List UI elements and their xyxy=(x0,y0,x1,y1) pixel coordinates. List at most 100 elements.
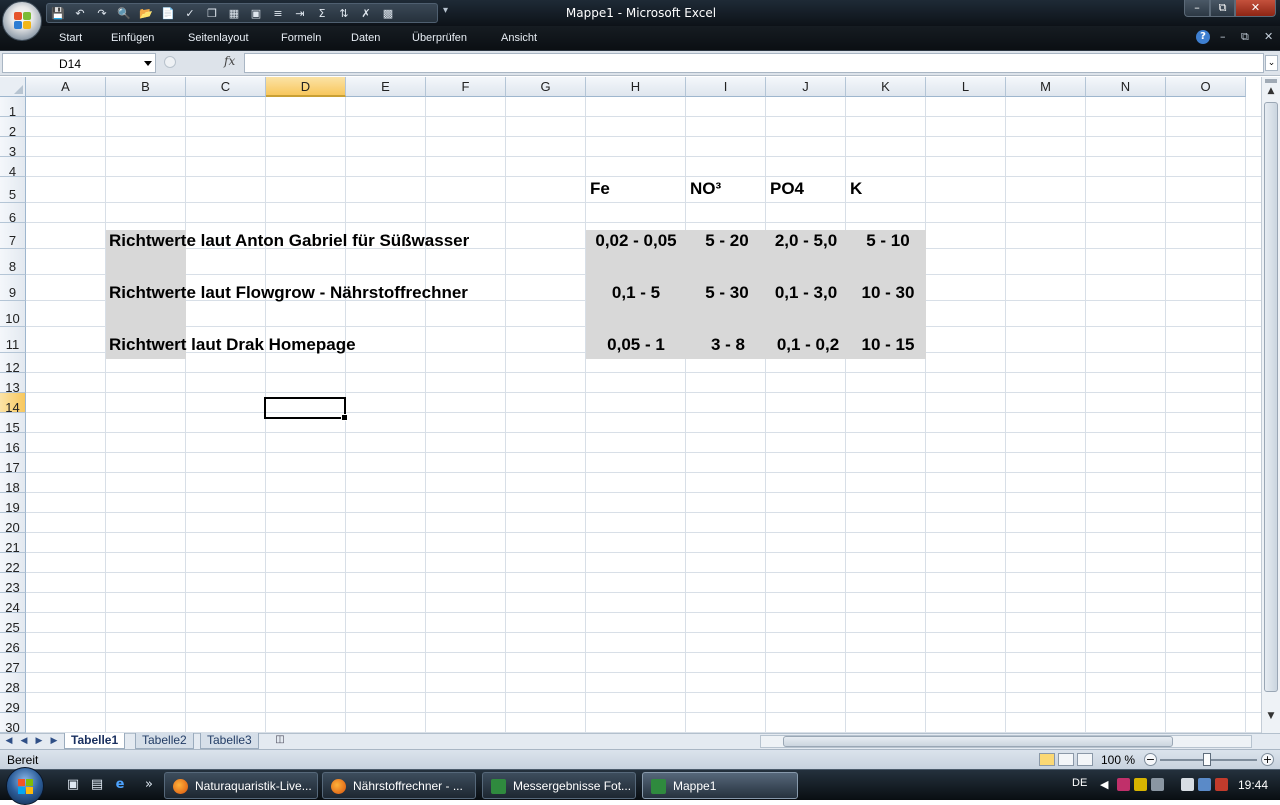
zoom-out-icon[interactable]: − xyxy=(1144,753,1157,766)
insert-sheet-icon[interactable]: ◫ xyxy=(268,734,292,749)
sheet-tab-tabelle3[interactable]: Tabelle3 xyxy=(200,733,259,749)
expand-formula-bar-icon[interactable]: ⌄ xyxy=(1265,55,1278,71)
zoom-in-icon[interactable]: + xyxy=(1261,753,1274,766)
row-header-25[interactable]: 25 xyxy=(0,613,26,635)
tray-device-icon[interactable] xyxy=(1151,778,1164,791)
row-header-5[interactable]: 5 xyxy=(0,177,26,203)
row-header-6[interactable]: 6 xyxy=(0,203,26,225)
scroll-down-icon[interactable]: ▼ xyxy=(1263,711,1279,727)
label-drak-homepage[interactable]: Richtwert laut Drak Homepage xyxy=(109,335,356,355)
column-header-j[interactable]: J xyxy=(766,77,846,97)
scroll-up-icon[interactable]: ▲ xyxy=(1263,86,1279,102)
label-anton-gabriel[interactable]: Richtwerte laut Anton Gabriel für Süßwas… xyxy=(109,231,469,251)
language-indicator[interactable]: DE xyxy=(1072,777,1087,789)
column-header-c[interactable]: C xyxy=(186,77,266,97)
value-no3-row9[interactable]: 5 - 30 xyxy=(686,283,768,303)
column-header-b[interactable]: B xyxy=(106,77,186,97)
vertical-scrollbar[interactable]: ▲ ▼ xyxy=(1261,77,1280,733)
tray-battery-icon[interactable] xyxy=(1181,778,1194,791)
zoom-slider-thumb[interactable] xyxy=(1203,753,1211,766)
column-header-i[interactable]: I xyxy=(686,77,766,97)
column-header-k[interactable]: K xyxy=(846,77,926,97)
workbook-restore-icon[interactable]: ⧉ xyxy=(1241,30,1249,44)
normal-view-icon[interactable] xyxy=(1039,753,1055,766)
prev-sheet-icon[interactable]: ◀ xyxy=(18,735,30,748)
value-k-row11[interactable]: 10 - 15 xyxy=(846,335,930,355)
column-header-d[interactable]: D xyxy=(266,77,346,97)
select-all-corner[interactable] xyxy=(0,77,26,97)
column-header-e[interactable]: E xyxy=(346,77,426,97)
selected-cell[interactable] xyxy=(264,397,348,421)
tab-start[interactable]: Start xyxy=(59,32,82,44)
value-po4-row9[interactable]: 0,1 - 3,0 xyxy=(766,283,846,303)
row-header-9[interactable]: 9 xyxy=(0,275,26,301)
label-flowgrow[interactable]: Richtwerte laut Flowgrow - Nährstoffrech… xyxy=(109,283,468,303)
zoom-level[interactable]: 100 % xyxy=(1101,753,1135,767)
split-handle[interactable] xyxy=(1265,79,1277,83)
tab-formeln[interactable]: Formeln xyxy=(281,32,321,44)
row-header-14[interactable]: 14 xyxy=(0,393,26,415)
workbook-close-icon[interactable]: ✕ xyxy=(1264,30,1273,43)
taskbar-item-1[interactable]: Naturaquaristik-Live... xyxy=(164,772,318,799)
first-sheet-icon[interactable]: ◀ xyxy=(3,735,15,748)
office-button[interactable] xyxy=(2,1,42,41)
horizontal-scrollbar[interactable] xyxy=(760,735,1252,748)
value-no3-row7[interactable]: 5 - 20 xyxy=(686,231,768,251)
minimize-button[interactable]: – xyxy=(1184,0,1210,17)
horizontal-scroll-thumb[interactable] xyxy=(783,736,1173,747)
volume-icon[interactable] xyxy=(1215,778,1228,791)
row-header-7[interactable]: 7 xyxy=(0,223,26,249)
row-header-2[interactable]: 2 xyxy=(0,117,26,139)
workbook-minimize-icon[interactable]: – xyxy=(1220,30,1226,43)
value-po4-row7[interactable]: 2,0 - 5,0 xyxy=(766,231,846,251)
value-fe-row7[interactable]: 0,02 - 0,05 xyxy=(586,231,686,251)
column-header-f[interactable]: F xyxy=(426,77,506,97)
internet-explorer-icon[interactable]: e xyxy=(111,777,129,793)
tab-daten[interactable]: Daten xyxy=(351,32,380,44)
sheet-tab-tabelle2[interactable]: Tabelle2 xyxy=(135,733,194,749)
next-sheet-icon[interactable]: ▶ xyxy=(33,735,45,748)
header-k[interactable]: K xyxy=(850,179,862,199)
sheet-tab-tabelle1[interactable]: Tabelle1 xyxy=(64,733,126,749)
network-icon[interactable] xyxy=(1198,778,1211,791)
row-header-12[interactable]: 12 xyxy=(0,353,26,375)
header-no3[interactable]: NO³ xyxy=(690,179,721,199)
more-quicklaunch-icon[interactable]: » xyxy=(140,777,158,793)
row-header-22[interactable]: 22 xyxy=(0,553,26,575)
column-header-g[interactable]: G xyxy=(506,77,586,97)
last-sheet-icon[interactable]: ▶ xyxy=(48,735,60,748)
vertical-scroll-thumb[interactable] xyxy=(1264,102,1278,692)
header-fe[interactable]: Fe xyxy=(590,179,610,199)
maximize-button[interactable]: ⧉ xyxy=(1210,0,1235,17)
chevron-down-icon[interactable] xyxy=(144,61,152,66)
column-header-o[interactable]: O xyxy=(1166,77,1246,97)
insert-function-icon[interactable]: fx xyxy=(224,54,235,68)
column-header-l[interactable]: L xyxy=(926,77,1006,97)
tray-security-icon[interactable] xyxy=(1134,778,1147,791)
value-no3-row11[interactable]: 3 - 8 xyxy=(686,335,770,355)
row-header-11[interactable]: 11 xyxy=(0,327,26,353)
row-header-28[interactable]: 28 xyxy=(0,673,26,695)
taskbar-item-4[interactable]: Mappe1 xyxy=(642,772,798,799)
page-break-view-icon[interactable] xyxy=(1077,753,1093,766)
row-header-27[interactable]: 27 xyxy=(0,653,26,675)
row-header-30[interactable]: 30 xyxy=(0,713,26,733)
row-header-17[interactable]: 17 xyxy=(0,453,26,475)
show-desktop-icon[interactable]: ▣ xyxy=(64,777,82,793)
column-header-a[interactable]: A xyxy=(26,77,106,97)
column-header-n[interactable]: N xyxy=(1086,77,1166,97)
row-header-16[interactable]: 16 xyxy=(0,433,26,455)
row-header-1[interactable]: 1 xyxy=(0,97,26,119)
tab-seitenlayout[interactable]: Seitenlayout xyxy=(188,32,249,44)
tray-expand-icon[interactable]: ◀ xyxy=(1100,778,1113,791)
column-header-h[interactable]: H xyxy=(586,77,686,97)
column-header-m[interactable]: M xyxy=(1006,77,1086,97)
row-header-18[interactable]: 18 xyxy=(0,473,26,495)
value-fe-row11[interactable]: 0,05 - 1 xyxy=(586,335,686,355)
row-header-10[interactable]: 10 xyxy=(0,301,26,327)
row-header-24[interactable]: 24 xyxy=(0,593,26,615)
tab-ansicht[interactable]: Ansicht xyxy=(501,32,537,44)
formula-input[interactable] xyxy=(244,53,1264,73)
start-button[interactable] xyxy=(6,767,44,805)
close-button[interactable]: ✕ xyxy=(1235,0,1276,17)
